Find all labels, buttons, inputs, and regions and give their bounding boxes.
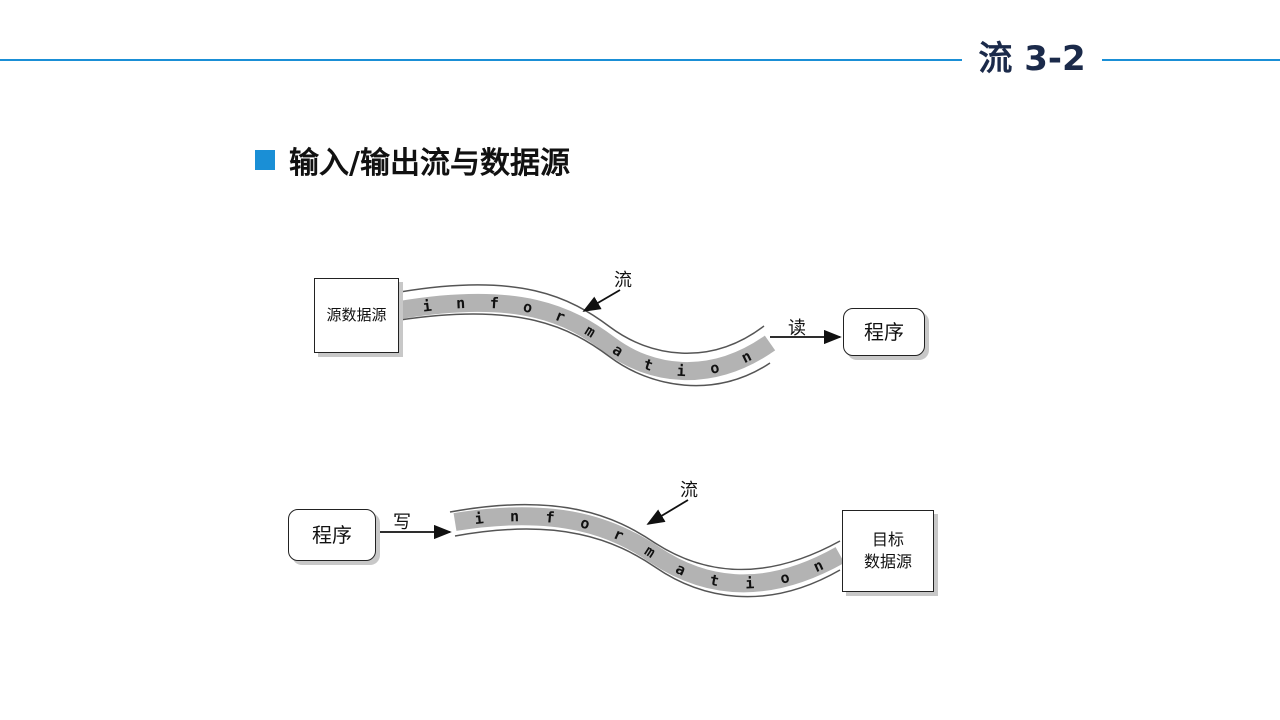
input-stream-pointer-arrow <box>582 289 621 312</box>
program-label-input: 程序 <box>864 319 904 344</box>
input-stream-label: 流 <box>614 270 632 291</box>
stream-letter: i <box>676 362 686 380</box>
stream-letter: i <box>745 574 755 592</box>
stream-letter: n <box>510 507 519 525</box>
stream-letter: f <box>489 294 499 312</box>
target-data-box: 目标 数据源 <box>842 510 934 592</box>
stream-diagram: i n f o rmat i on i n f ormat i on <box>378 284 845 598</box>
output-stream-label: 流 <box>680 480 698 501</box>
stream-letter: n <box>456 294 466 312</box>
read-label: 读 <box>788 318 806 339</box>
target-data-label: 目标 数据源 <box>863 530 912 571</box>
output-stream-pointer-arrow <box>646 499 689 525</box>
input-stream: i n f o rmat i on <box>398 284 842 387</box>
stream-letter: f <box>545 508 556 527</box>
program-label-output: 程序 <box>312 522 352 547</box>
source-data-box: 源数据源 <box>314 278 399 353</box>
source-data-label: 源数据源 <box>326 306 387 325</box>
program-box-input: 程序 <box>843 308 925 356</box>
output-stream: i n f ormat i on <box>378 499 845 598</box>
program-box-output: 程序 <box>288 509 376 561</box>
write-label: 写 <box>393 512 411 533</box>
